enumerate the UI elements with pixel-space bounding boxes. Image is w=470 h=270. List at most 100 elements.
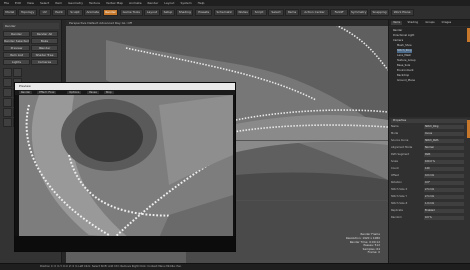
- right-panel-tab[interactable]: Items: [391, 21, 403, 25]
- toolbar-button[interactable]: Game Tools: [119, 9, 143, 16]
- property-value-field[interactable]: 0.0°: [424, 181, 464, 185]
- left-panel-button[interactable]: Render All: [31, 31, 58, 37]
- property-value-field[interactable]: Curve: [424, 132, 464, 136]
- right-panel-tab[interactable]: Groups: [423, 21, 436, 25]
- menu-item[interactable]: Render: [148, 1, 159, 5]
- property-value-field[interactable]: 2.5 mm: [424, 195, 464, 199]
- toolbar-button[interactable]: Paint: [52, 9, 66, 16]
- render-window-tab[interactable]: Effect: Final: [37, 90, 57, 95]
- tree-item[interactable]: Stitch_Ring: [397, 49, 412, 53]
- left-panel-button[interactable]: Render: [3, 31, 30, 37]
- menu-item[interactable]: Edit: [15, 1, 21, 5]
- tree-item[interactable]: Render: [393, 29, 402, 33]
- render-window-tab[interactable]: Pause: [87, 90, 99, 95]
- toolbar-button[interactable]: Script: [251, 9, 267, 16]
- tree-item[interactable]: Ground_Plane: [397, 79, 415, 83]
- viewport-header[interactable]: Perspective Default Advanced Ray GL: Off: [66, 20, 388, 26]
- left-panel-button[interactable]: Lights: [3, 59, 30, 65]
- left-panel-title: Render: [3, 23, 59, 29]
- left-panel-button[interactable]: Shader Tree: [31, 52, 58, 58]
- menu-item[interactable]: Layout: [164, 1, 174, 5]
- property-value-field[interactable]: Enabled: [424, 209, 464, 213]
- tree-item[interactable]: Lace_Mesh: [397, 54, 411, 58]
- toolbar-button[interactable]: Work Plane: [390, 9, 414, 16]
- right-panel-tab[interactable]: Shading: [406, 21, 421, 25]
- left-panel-button[interactable]: Cameras: [31, 59, 58, 65]
- left-panel-button[interactable]: Item List: [3, 52, 30, 58]
- tool-icon[interactable]: [3, 98, 12, 107]
- property-row: Replicate Enabled: [389, 209, 470, 213]
- menu-item[interactable]: Item: [55, 1, 62, 5]
- property-value-field[interactable]: 100.0 %: [424, 160, 464, 164]
- menu-item[interactable]: System: [180, 1, 191, 5]
- properties-section-header: Properties: [391, 119, 467, 123]
- toolbar-button[interactable]: UV: [38, 9, 51, 16]
- tool-icon[interactable]: [13, 68, 22, 77]
- menu-item[interactable]: Texture: [89, 1, 100, 5]
- toolbar-button[interactable]: Select: [268, 9, 284, 16]
- tree-item[interactable]: Mesh_Shoe: [397, 44, 412, 48]
- property-row: Path Segment Path: [389, 153, 470, 157]
- toolbar-button[interactable]: Nodes: [236, 9, 250, 16]
- property-value-field[interactable]: Stitch_Path: [424, 139, 464, 143]
- render-window-tab[interactable]: Render: [19, 90, 33, 95]
- toolbar-button[interactable]: Sculpt: [67, 9, 83, 16]
- left-panel-button[interactable]: Render Selected: [3, 38, 30, 44]
- render-window-tab[interactable]: Stop: [103, 90, 114, 95]
- toolbar-button[interactable]: Setup: [161, 9, 175, 16]
- property-value-field[interactable]: Normal: [424, 146, 464, 150]
- menu-item[interactable]: File: [4, 1, 9, 5]
- tree-item[interactable]: Directional Light: [393, 34, 414, 38]
- tree-item[interactable]: Base_Sole: [397, 64, 410, 68]
- render-preview-window[interactable]: Preview Render Effect: Final Options Pause S…: [14, 82, 236, 252]
- toolbar-button[interactable]: Topology: [18, 9, 38, 16]
- toolbar-button[interactable]: Layout: [144, 9, 160, 16]
- render-window-tab[interactable]: Options: [67, 90, 82, 95]
- toolbar-button[interactable]: Presets: [195, 9, 213, 16]
- property-row: Offset 0.0 mm: [389, 174, 470, 178]
- property-value-field[interactable]: Path: [424, 153, 464, 157]
- property-row: Stitch Size Z 1.0 mm: [389, 202, 470, 206]
- property-value-field[interactable]: Stitch_Ring: [424, 125, 464, 129]
- tool-icon[interactable]: [3, 88, 12, 97]
- toolbar-button[interactable]: Snapping: [369, 9, 390, 16]
- left-panel-button[interactable]: Preview: [3, 45, 30, 51]
- tool-icon[interactable]: [3, 108, 12, 117]
- tree-item[interactable]: Texture_Group: [397, 59, 416, 63]
- tool-icon[interactable]: [3, 78, 12, 87]
- toolbar-button[interactable]: Schematic: [213, 9, 235, 16]
- viewport-info-line: Frame: 0: [367, 250, 380, 255]
- right-panel-tab[interactable]: Images: [440, 21, 453, 25]
- toolbar-button[interactable]: Action Center: [300, 9, 329, 16]
- property-value-field[interactable]: 1.0 mm: [424, 202, 464, 206]
- toolbar-button[interactable]: Render: [102, 9, 119, 16]
- toolbar-button[interactable]: Items: [285, 9, 299, 16]
- property-value-field[interactable]: 2.5 mm: [424, 188, 464, 192]
- render-window-title[interactable]: Preview: [15, 83, 235, 90]
- menu-item[interactable]: Animate: [129, 1, 142, 5]
- property-value-field[interactable]: 120: [424, 167, 464, 171]
- render-image: [19, 95, 233, 238]
- toolbar-button[interactable]: Symmetry: [349, 9, 369, 16]
- property-value-field[interactable]: 0.0 mm: [424, 174, 464, 178]
- property-label: Count: [391, 167, 399, 170]
- property-label: Source Curve: [391, 139, 409, 142]
- toolbar-button[interactable]: Shading: [176, 9, 194, 16]
- menu-item[interactable]: Select: [40, 1, 49, 5]
- toolbar-button[interactable]: Model: [3, 9, 17, 16]
- tree-item[interactable]: Camera: [393, 39, 403, 43]
- tree-item[interactable]: Backdrop: [397, 74, 409, 78]
- menu-item[interactable]: View: [27, 1, 34, 5]
- tool-icon[interactable]: [3, 68, 12, 77]
- toolbar-button[interactable]: Falloff: [330, 9, 348, 16]
- item-list-tree[interactable]: Render Directional Light Camera Mesh_Shoe St…: [389, 27, 470, 117]
- property-value-field[interactable]: 0.0 %: [424, 216, 464, 220]
- left-panel-button[interactable]: Bake: [31, 38, 58, 44]
- tree-item[interactable]: Environment: [397, 69, 414, 73]
- tool-icon[interactable]: [3, 118, 12, 127]
- toolbar-button[interactable]: Animate: [84, 9, 102, 16]
- left-panel-button[interactable]: IRender: [31, 45, 58, 51]
- menu-item[interactable]: Geometry: [68, 1, 83, 5]
- menu-item[interactable]: Vertex Map: [106, 1, 123, 5]
- menu-item[interactable]: Help: [198, 1, 205, 5]
